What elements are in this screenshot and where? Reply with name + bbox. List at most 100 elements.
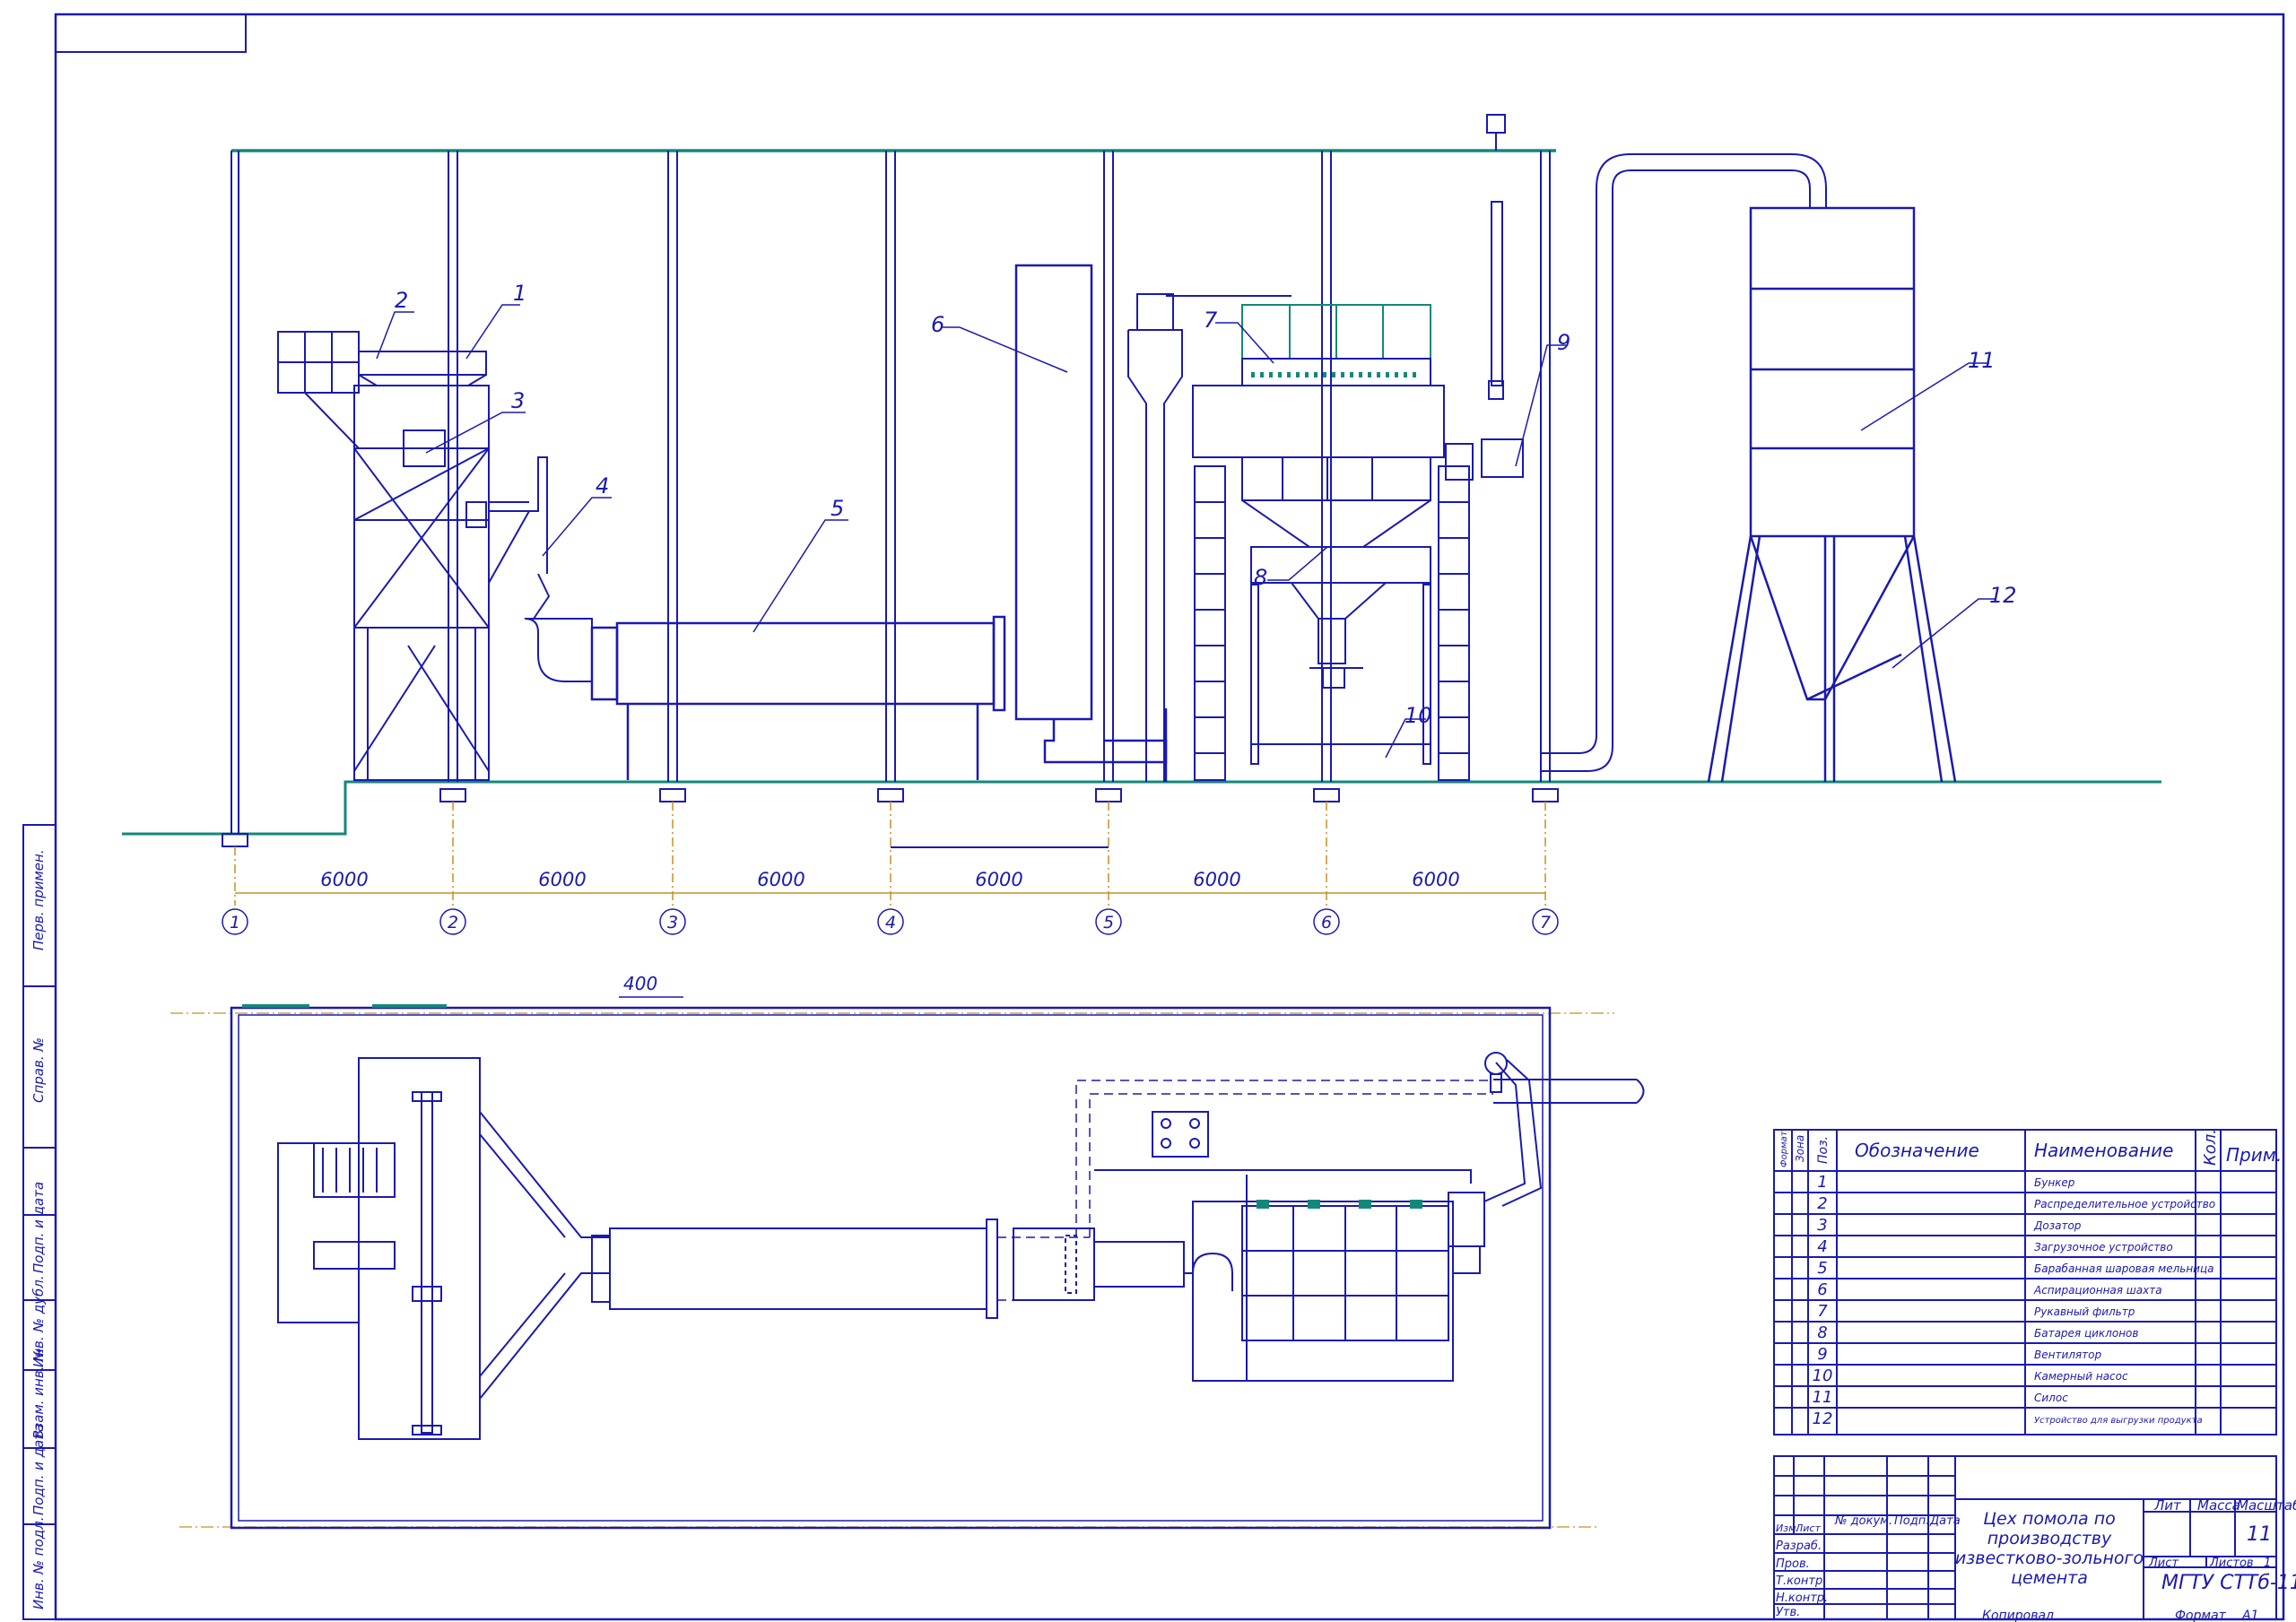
axis-7: 7 xyxy=(1540,913,1551,932)
tb-head-doc: № докум. xyxy=(1834,1514,1892,1528)
tb-title-text: Цех помола по производству известково-золь… xyxy=(1955,1509,2144,1588)
row-name: Устройство для выгрузки продукта xyxy=(2034,1416,2203,1426)
callout-leaders xyxy=(376,304,1996,759)
stamp-ref-no: Справ. № xyxy=(30,1037,47,1103)
tb-title-line: цемента xyxy=(2011,1568,2088,1588)
tb-copied: Копировал xyxy=(1982,1609,2054,1622)
row-pos: 7 xyxy=(1817,1302,1828,1321)
hdr-pos: Поз. xyxy=(1816,1136,1831,1164)
tb-col-mass: Масса xyxy=(2197,1497,2240,1514)
row-name: Батарея циклонов xyxy=(2034,1327,2138,1340)
row-pos: 9 xyxy=(1817,1345,1827,1364)
tb-title-line: известково-зольного xyxy=(1955,1548,2144,1568)
stamp-sign-date-2: Подп. и дата xyxy=(30,1424,47,1515)
fan-duct xyxy=(1445,114,1827,772)
row-pos: 12 xyxy=(1813,1409,1833,1428)
stamp-orig-inv: Инв. № подл. xyxy=(30,1517,47,1609)
row-pos: 10 xyxy=(1813,1366,1833,1385)
hdr-name: Наименование xyxy=(2034,1140,2173,1161)
span-5-6: 6000 xyxy=(1193,869,1240,890)
spec-table xyxy=(1773,1129,2277,1436)
callout-10: 10 xyxy=(1405,703,1432,728)
tb-title: Цех помола по производству известково-золь… xyxy=(1955,1509,2144,1588)
tb-sheets-label: Листов xyxy=(2209,1557,2254,1570)
row-pos: 6 xyxy=(1817,1280,1827,1299)
tb-head-date: Дата xyxy=(1929,1514,1961,1528)
callout-7: 7 xyxy=(1204,308,1218,333)
callout-5: 5 xyxy=(831,496,844,521)
callout-11: 11 xyxy=(1968,348,1996,373)
span-6-7: 6000 xyxy=(1412,869,1459,890)
silo xyxy=(1707,206,1957,783)
tb-sheet-label: Лист xyxy=(2148,1557,2179,1570)
tb-sheet-count: 11 xyxy=(2247,1523,2272,1546)
stamp-sign-date-1: Подп. и дата xyxy=(30,1182,47,1273)
axis-1: 1 xyxy=(230,913,240,932)
tb-head-list: Лист xyxy=(1795,1522,1821,1534)
row-name: Рукавный фильтр xyxy=(2034,1305,2135,1318)
tb-col-scale: Масштаб xyxy=(2237,1497,2296,1514)
tb-role-ncontr: Н.контр. xyxy=(1776,1592,1828,1605)
dimension-400: 400 xyxy=(623,973,657,994)
hdr-designation: Обозначение xyxy=(1855,1140,1979,1161)
axis-4: 4 xyxy=(885,913,896,932)
row-pos: 3 xyxy=(1817,1216,1827,1235)
row-name: Дозатор xyxy=(2033,1219,2082,1232)
tb-col-lit: Лит xyxy=(2153,1497,2182,1514)
span-2-3: 6000 xyxy=(538,869,586,890)
technical-drawing-sheet: Перв. примен. Справ. № Подп. и дата Инв.… xyxy=(22,13,2296,1622)
callout-4: 4 xyxy=(596,473,609,499)
row-pos: 4 xyxy=(1817,1237,1827,1256)
callout-1: 1 xyxy=(513,281,526,306)
row-name: Силос xyxy=(2034,1392,2068,1404)
tb-role-tcontr: Т.контр. xyxy=(1776,1574,1826,1588)
row-pos: 1 xyxy=(1817,1173,1827,1192)
tb-role-approve: Утв. xyxy=(1776,1606,1800,1619)
span-1-2: 6000 xyxy=(320,869,368,890)
ball-mill xyxy=(590,615,1006,780)
tb-role-dev: Разраб. xyxy=(1776,1540,1822,1553)
span-3-4: 6000 xyxy=(757,869,804,890)
elevation-view: 1 2 3 4 5 6 7 8 9 10 11 12 6000 6000 600… xyxy=(122,114,2161,935)
axis-6: 6 xyxy=(1321,913,1332,932)
row-pos: 5 xyxy=(1817,1259,1827,1278)
callout-9: 9 xyxy=(1557,330,1570,355)
row-name: Загрузочное устройство xyxy=(2034,1241,2173,1253)
row-name: Вентилятор xyxy=(2034,1349,2101,1361)
row-name: Барабанная шаровая мельница xyxy=(2034,1262,2213,1275)
drawing-frame xyxy=(54,13,2285,1621)
axis-5: 5 xyxy=(1103,913,1114,932)
plan-view: 400 xyxy=(170,973,1645,1530)
bunker-structure xyxy=(277,331,548,781)
hdr-qty: Кол. xyxy=(2201,1129,2220,1166)
tb-title-line: производству xyxy=(1987,1529,2112,1548)
row-name: Распределительное устройство xyxy=(2034,1198,2215,1210)
callout-3: 3 xyxy=(511,388,525,413)
dimension-chain xyxy=(234,802,1546,906)
row-name: Бункер xyxy=(2034,1176,2075,1189)
tb-head-sign: Подп. xyxy=(1894,1514,1929,1528)
tb-org: МГТУ СТТб-11 xyxy=(2161,1572,2296,1594)
span-4-5: 6000 xyxy=(975,869,1022,890)
hdr-note: Прим. xyxy=(2226,1144,2282,1166)
tb-format-value: A1 xyxy=(2241,1609,2258,1622)
building-columns xyxy=(222,151,1559,847)
row-pos: 2 xyxy=(1817,1194,1827,1213)
callout-8: 8 xyxy=(1254,565,1267,590)
axis-2: 2 xyxy=(448,913,458,932)
bag-filter xyxy=(1192,304,1445,765)
hdr-zone: Зона xyxy=(1794,1135,1806,1162)
loading-chute xyxy=(524,573,593,682)
row-name: Камерный насос xyxy=(2034,1370,2128,1383)
row-pos: 8 xyxy=(1817,1323,1827,1342)
axis-3: 3 xyxy=(667,913,678,932)
callout-12: 12 xyxy=(1989,583,2017,608)
tb-sheets-value: 1 xyxy=(2264,1557,2271,1570)
tb-role-check: Пров. xyxy=(1776,1557,1810,1571)
callout-6: 6 xyxy=(931,312,944,337)
aspiration-shaft xyxy=(1014,264,1168,782)
tb-title-line: Цех помола по xyxy=(1983,1509,2116,1529)
row-name: Аспирационная шахта xyxy=(2033,1284,2162,1297)
tb-format-label: Формат xyxy=(2175,1609,2227,1622)
hdr-format: Формат xyxy=(1779,1130,1789,1167)
